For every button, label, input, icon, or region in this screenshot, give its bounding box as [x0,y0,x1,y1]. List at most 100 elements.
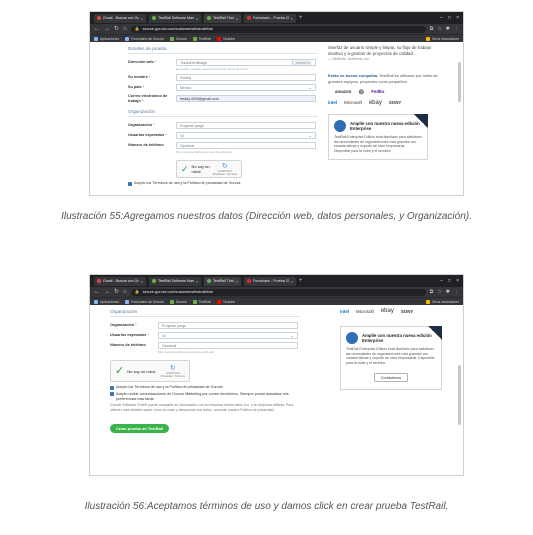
bookmark-other[interactable]: Otros marcadores [425,299,459,304]
close-icon[interactable]: × [236,279,238,284]
close-icon[interactable]: × [141,279,143,284]
home-icon[interactable]: ⌂ [123,289,127,295]
accept-terms-checkbox[interactable]: Acepto los Términos de uso y la Política… [128,181,323,186]
bookmark-icon [125,299,130,304]
star-icon[interactable]: ☆ [437,26,441,32]
extension-icon[interactable]: ⧉ [430,26,434,32]
country-select[interactable]: Mexico ⌄ [176,84,316,91]
puzzle-icon[interactable]: ✱ [446,26,450,32]
forward-icon[interactable]: → [104,26,110,32]
scrollbar-thumb[interactable] [458,62,461,102]
browser-tab-bar: Gmail - Buscar con Google× TestRail Soft… [90,12,463,24]
browser-tab[interactable]: Gmail - Buscar con Google× [94,276,146,286]
users-select[interactable]: 10 ⌄ [158,332,298,339]
accept-terms-checkbox[interactable]: Acepto los Términos de uso y la Política… [110,385,305,390]
extension-icon[interactable]: ⧉ [430,289,434,295]
close-window-icon[interactable]: × [456,15,459,21]
back-icon[interactable]: ← [94,289,100,295]
chevron-down-icon: ⌄ [290,333,294,338]
extensions: ⧉ ☆ ✱ ⋮ [430,26,459,32]
phone-input[interactable]: Opcional [176,142,316,150]
accept-marketing-checkbox[interactable]: Acepto recibir comunicaciones de Gurock … [110,392,305,402]
bookmark[interactable]: Gurock [169,36,187,41]
bookmark-other[interactable]: Otros marcadores [425,36,459,41]
bookmark[interactable]: Youtube [216,36,235,41]
ebay-logo: ebay [380,308,394,314]
close-icon[interactable]: × [196,279,198,284]
browser-tab[interactable]: Gmail - Buscar con Google× [94,13,146,23]
field-hint: Es posible cambiar esta dirección web an… [176,67,249,71]
reload-icon[interactable]: ↻ [114,26,119,32]
browser-tab[interactable]: Formulario - Prueba 2023/Migracion× [243,276,296,286]
browser-tab[interactable]: TestRail Software Management× [149,13,201,23]
field-placeholder: Opcional [162,343,177,348]
forward-icon[interactable]: → [104,289,110,295]
trial-form: Organización Organización * Proyecto jue… [90,305,325,435]
maximize-icon[interactable]: □ [448,15,451,21]
browser-tab-active[interactable]: TestRail Trial × [204,13,241,23]
bookmark[interactable]: TestRail [192,36,211,41]
browser-tab[interactable]: Formulario - Prueba 2023/Migracion× [243,13,296,23]
bookmark-label: Aplicaciones [100,36,120,41]
contact-button[interactable]: Contáctenos [373,373,409,383]
enterprise-icon [346,332,358,344]
form-row: Correo electrónico de trabajo * freddy.4… [128,94,325,103]
bookmark[interactable]: Formulario de Gurock [125,36,164,41]
minimize-icon[interactable]: – [440,278,443,284]
web-address-input[interactable]: TestesDevBraige .testrail.io [176,59,316,66]
organization-label: Organización * [110,323,137,328]
recaptcha-icon: ↻ [169,364,176,372]
organization-input[interactable]: Proyecto juego [158,322,298,329]
browser-tab[interactable]: TestRail Software Management× [149,276,201,286]
recaptcha-widget[interactable]: ✓ No soy un robot ↻ reCAPTCHA Privacidad -… [110,360,190,382]
bookmark[interactable]: Gurock [169,299,187,304]
users-select[interactable]: 10 ⌄ [176,132,316,140]
address-bar[interactable]: 🔒 secure.gurock.com/customers/testrail/tr… [130,25,426,33]
bookmark-icon [192,299,197,304]
reload-icon[interactable]: ↻ [114,289,119,295]
checkmark-icon: ✓ [115,364,125,377]
fedex-logo: FedEx [371,89,385,95]
star-icon[interactable]: ☆ [437,289,441,295]
email-input[interactable]: freddy.4939@gmail.com [176,95,316,103]
form-row: Número de teléfono Opcional [110,342,325,349]
field-value: Freddy [180,75,192,80]
minimize-icon[interactable]: – [440,15,443,21]
create-trial-button[interactable]: Crear prueba de TestRail [110,423,170,433]
new-tab-icon[interactable]: + [299,15,303,21]
menu-icon[interactable]: ⋮ [454,26,459,32]
close-icon[interactable]: × [141,16,143,21]
contact-wrap: Contáctenos [346,366,436,384]
email-label: Correo electrónico de trabajo * [128,94,168,103]
maximize-icon[interactable]: □ [448,278,451,284]
home-icon[interactable]: ⌂ [123,26,127,32]
recaptcha-widget[interactable]: ✓ No soy un robot ↻ reCAPTCHA Privacidad -… [176,160,242,179]
bookmark[interactable]: Aplicaciones [94,36,120,41]
bookmark[interactable]: Aplicaciones [94,299,119,304]
google-icon [97,279,101,283]
close-icon[interactable]: × [291,16,293,21]
caption-1: Ilustración 55:Agregamos nuestros datos … [61,211,472,222]
captcha-label: No soy un robot [191,164,210,175]
menu-icon[interactable]: ⋮ [454,289,459,295]
label-text: Dirección web [128,60,154,65]
browser-tab-active[interactable]: TestRail Trial × [204,276,241,286]
address-bar[interactable]: 🔒 secure.gurock.com/customers/testrail/tr… [130,288,426,296]
close-icon[interactable]: × [236,16,238,21]
new-tab-icon[interactable]: + [299,278,303,284]
bookmark[interactable]: TestRail [192,299,211,304]
intel-logo: intel [340,308,350,314]
name-input[interactable]: Freddy [176,74,316,81]
close-icon[interactable]: × [291,279,293,284]
close-icon[interactable]: × [196,16,198,21]
bookmark[interactable]: Youtube [216,299,235,304]
forms-icon [246,279,251,283]
window-controls: – □ × [440,15,459,21]
back-icon[interactable]: ← [94,26,100,32]
scrollbar-thumb[interactable] [458,365,461,425]
close-window-icon[interactable]: × [456,278,459,284]
bookmark[interactable]: Formulario de Gurock [125,299,164,304]
phone-input[interactable]: Opcional [158,342,298,349]
puzzle-icon[interactable]: ✱ [446,289,450,295]
organization-input[interactable]: Proyecto juego [176,122,316,130]
